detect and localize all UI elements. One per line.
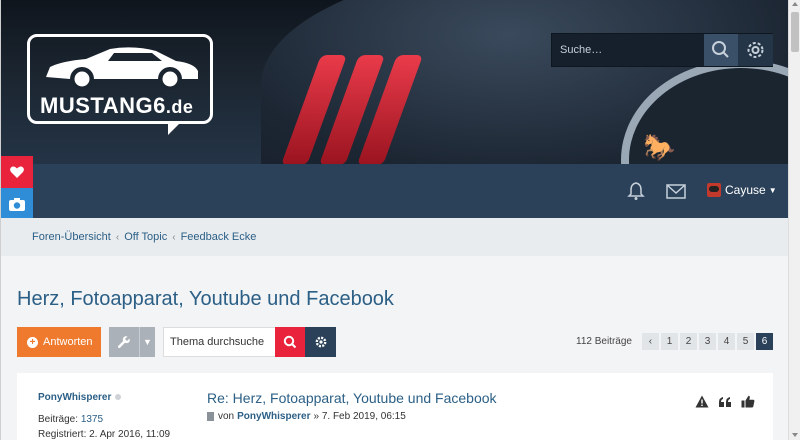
post-title[interactable]: Re: Herz, Fotoapparat, Youtube und Faceb… — [207, 390, 497, 406]
gear-icon — [315, 336, 326, 348]
page-link[interactable]: 3 — [698, 333, 716, 350]
thread-search-input[interactable] — [163, 327, 275, 357]
page-link[interactable]: 2 — [679, 333, 697, 350]
browser-viewport: 🐎 MUSTANG6.de Suche… Cayuse ▼ Foren-Über… — [0, 0, 788, 440]
post-author[interactable]: PonyWhisperer — [38, 392, 122, 403]
breadcrumb-separator: ‹ — [115, 231, 120, 243]
post: PonyWhisperer Beiträge: 1375 Registriert… — [17, 373, 773, 440]
camera-icon — [9, 198, 25, 211]
vertical-scrollbar[interactable] — [788, 0, 800, 440]
logo-text: MUSTANG6.de — [40, 93, 194, 118]
pagination: 112 Beiträge ‹ 1 2 3 4 5 6 — [576, 333, 773, 350]
thread-advanced-search-button[interactable] — [305, 327, 336, 357]
breadcrumb-link[interactable]: Foren-Übersicht — [32, 231, 111, 243]
thumbs-up-icon — [741, 395, 754, 408]
post-byline: von PonyWhisperer » 7. Feb 2019, 06:15 — [207, 411, 406, 422]
breadcrumb-link[interactable]: Off Topic — [124, 231, 167, 243]
post-actions — [693, 394, 756, 409]
post-file-icon[interactable] — [207, 412, 214, 421]
scrollbar-thumb[interactable] — [791, 12, 799, 52]
page-link[interactable]: 4 — [717, 333, 735, 350]
page-link[interactable]: 1 — [660, 333, 678, 350]
chevron-down-icon: ▼ — [139, 327, 155, 357]
quote-icon — [718, 396, 731, 407]
warning-icon — [695, 395, 708, 408]
reply-button[interactable]: + Antworten — [17, 327, 101, 357]
mail-icon[interactable] — [665, 181, 687, 201]
current-page: 6 — [755, 333, 773, 350]
search-button[interactable] — [704, 34, 738, 66]
quote-button[interactable] — [716, 394, 733, 409]
plus-icon: + — [27, 336, 38, 348]
logo-car-icon — [46, 47, 198, 89]
wrench-icon — [109, 327, 139, 357]
author-posts-link[interactable]: 1375 — [81, 414, 103, 425]
user-menu[interactable]: Cayuse ▼ — [707, 180, 777, 200]
username: Cayuse — [725, 183, 766, 197]
scroll-up-icon[interactable] — [792, 2, 798, 6]
page-title[interactable]: Herz, Fotoapparat, Youtube und Facebook — [17, 288, 394, 311]
bell-icon[interactable] — [626, 181, 646, 201]
author-post-count: Beiträge: 1375 — [38, 414, 104, 425]
site-logo[interactable]: MUSTANG6.de — [27, 34, 213, 135]
chevron-down-icon: ▼ — [768, 185, 777, 195]
search-icon — [712, 41, 729, 58]
like-button[interactable] — [739, 394, 756, 409]
nav-bar: Cayuse ▼ — [1, 164, 788, 218]
search-input[interactable] — [552, 34, 702, 66]
post-count: 112 Beiträge — [576, 336, 632, 347]
breadcrumb: Foren-Übersicht ‹ Off Topic ‹ Feedback E… — [1, 218, 788, 256]
heart-icon — [10, 166, 24, 178]
advanced-search-button[interactable] — [738, 34, 773, 66]
reply-button-label: Antworten — [43, 336, 93, 348]
breadcrumb-link[interactable]: Feedback Ecke — [181, 231, 257, 243]
social-heart-button[interactable] — [1, 156, 33, 188]
report-button[interactable] — [693, 394, 710, 409]
pony-emblem-icon: 🐎 — [643, 132, 675, 162]
topic-content: Herz, Fotoapparat, Youtube und Facebook … — [1, 256, 788, 440]
breadcrumb-separator: ‹ — [172, 231, 176, 243]
gear-icon — [747, 42, 764, 58]
site-search — [551, 33, 773, 67]
offline-status-icon — [115, 394, 122, 401]
social-camera-button[interactable] — [1, 188, 33, 220]
search-icon — [283, 335, 297, 349]
previous-page-button[interactable]: ‹ — [641, 333, 659, 350]
header-banner: 🐎 MUSTANG6.de — [1, 0, 788, 164]
thread-search-button[interactable] — [275, 327, 305, 357]
page-link[interactable]: 5 — [736, 333, 754, 350]
byline-author-link[interactable]: PonyWhisperer — [237, 411, 310, 422]
author-registered: Registriert: 2. Apr 2016, 11:09 — [38, 429, 171, 440]
topic-tools-button[interactable]: ▼ — [109, 327, 155, 357]
avatar — [707, 183, 721, 197]
scroll-down-icon[interactable] — [792, 433, 798, 437]
